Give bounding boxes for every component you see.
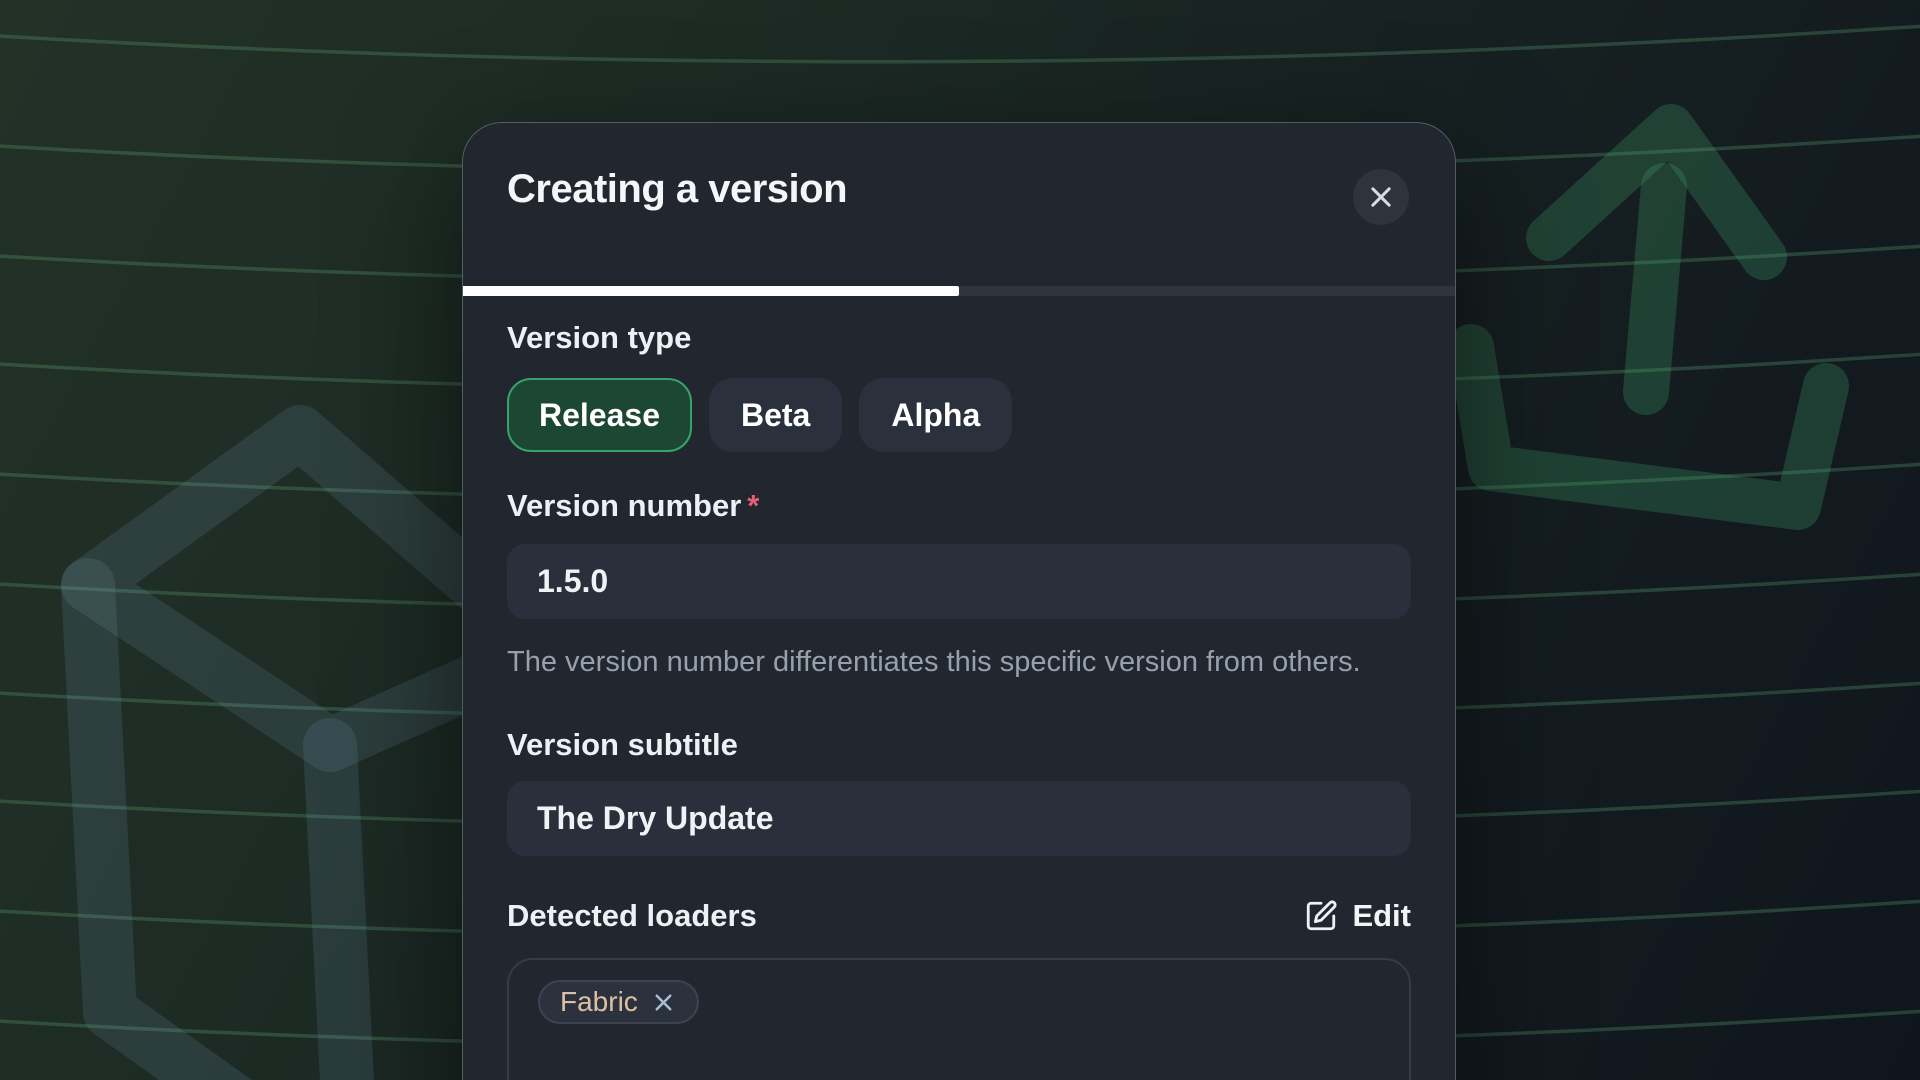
version-subtitle-input[interactable] — [507, 781, 1411, 856]
close-button[interactable] — [1353, 169, 1409, 225]
version-number-help: The version number differentiates this s… — [507, 639, 1411, 685]
detected-loaders-box: Fabric — [507, 958, 1411, 1080]
version-type-beta-button[interactable]: Beta — [709, 378, 842, 452]
edit-loaders-button[interactable]: Edit — [1304, 898, 1411, 934]
edit-icon — [1304, 899, 1338, 933]
detected-loaders-row: Detected loaders Edit — [507, 896, 1411, 936]
required-asterisk: * — [747, 488, 759, 523]
version-type-alpha-button[interactable]: Alpha — [859, 378, 1012, 452]
close-icon — [1367, 183, 1395, 211]
modal-body: Version type Release Beta Alpha Version … — [463, 296, 1455, 1080]
loader-chip-label: Fabric — [560, 986, 638, 1018]
modal-header: Creating a version — [463, 123, 1455, 286]
edit-label: Edit — [1352, 898, 1411, 934]
modal-title: Creating a version — [507, 167, 847, 212]
create-version-modal: Creating a version Version type Release … — [462, 122, 1456, 1080]
version-number-input[interactable] — [507, 544, 1411, 619]
detected-loaders-label: Detected loaders — [507, 896, 757, 936]
progress-fill — [463, 286, 959, 296]
version-subtitle-label: Version subtitle — [507, 725, 1411, 765]
version-type-release-button[interactable]: Release — [507, 378, 692, 452]
version-type-options: Release Beta Alpha — [507, 378, 1411, 452]
progress-track — [463, 286, 1455, 296]
version-type-label: Version type — [507, 318, 1411, 358]
version-number-label: Version number — [507, 488, 741, 523]
loader-chip-fabric[interactable]: Fabric — [538, 980, 699, 1024]
remove-loader-icon[interactable] — [650, 989, 677, 1016]
version-number-label-row: Version number* — [507, 486, 1411, 526]
page-background: Creating a version Version type Release … — [0, 0, 1920, 1080]
